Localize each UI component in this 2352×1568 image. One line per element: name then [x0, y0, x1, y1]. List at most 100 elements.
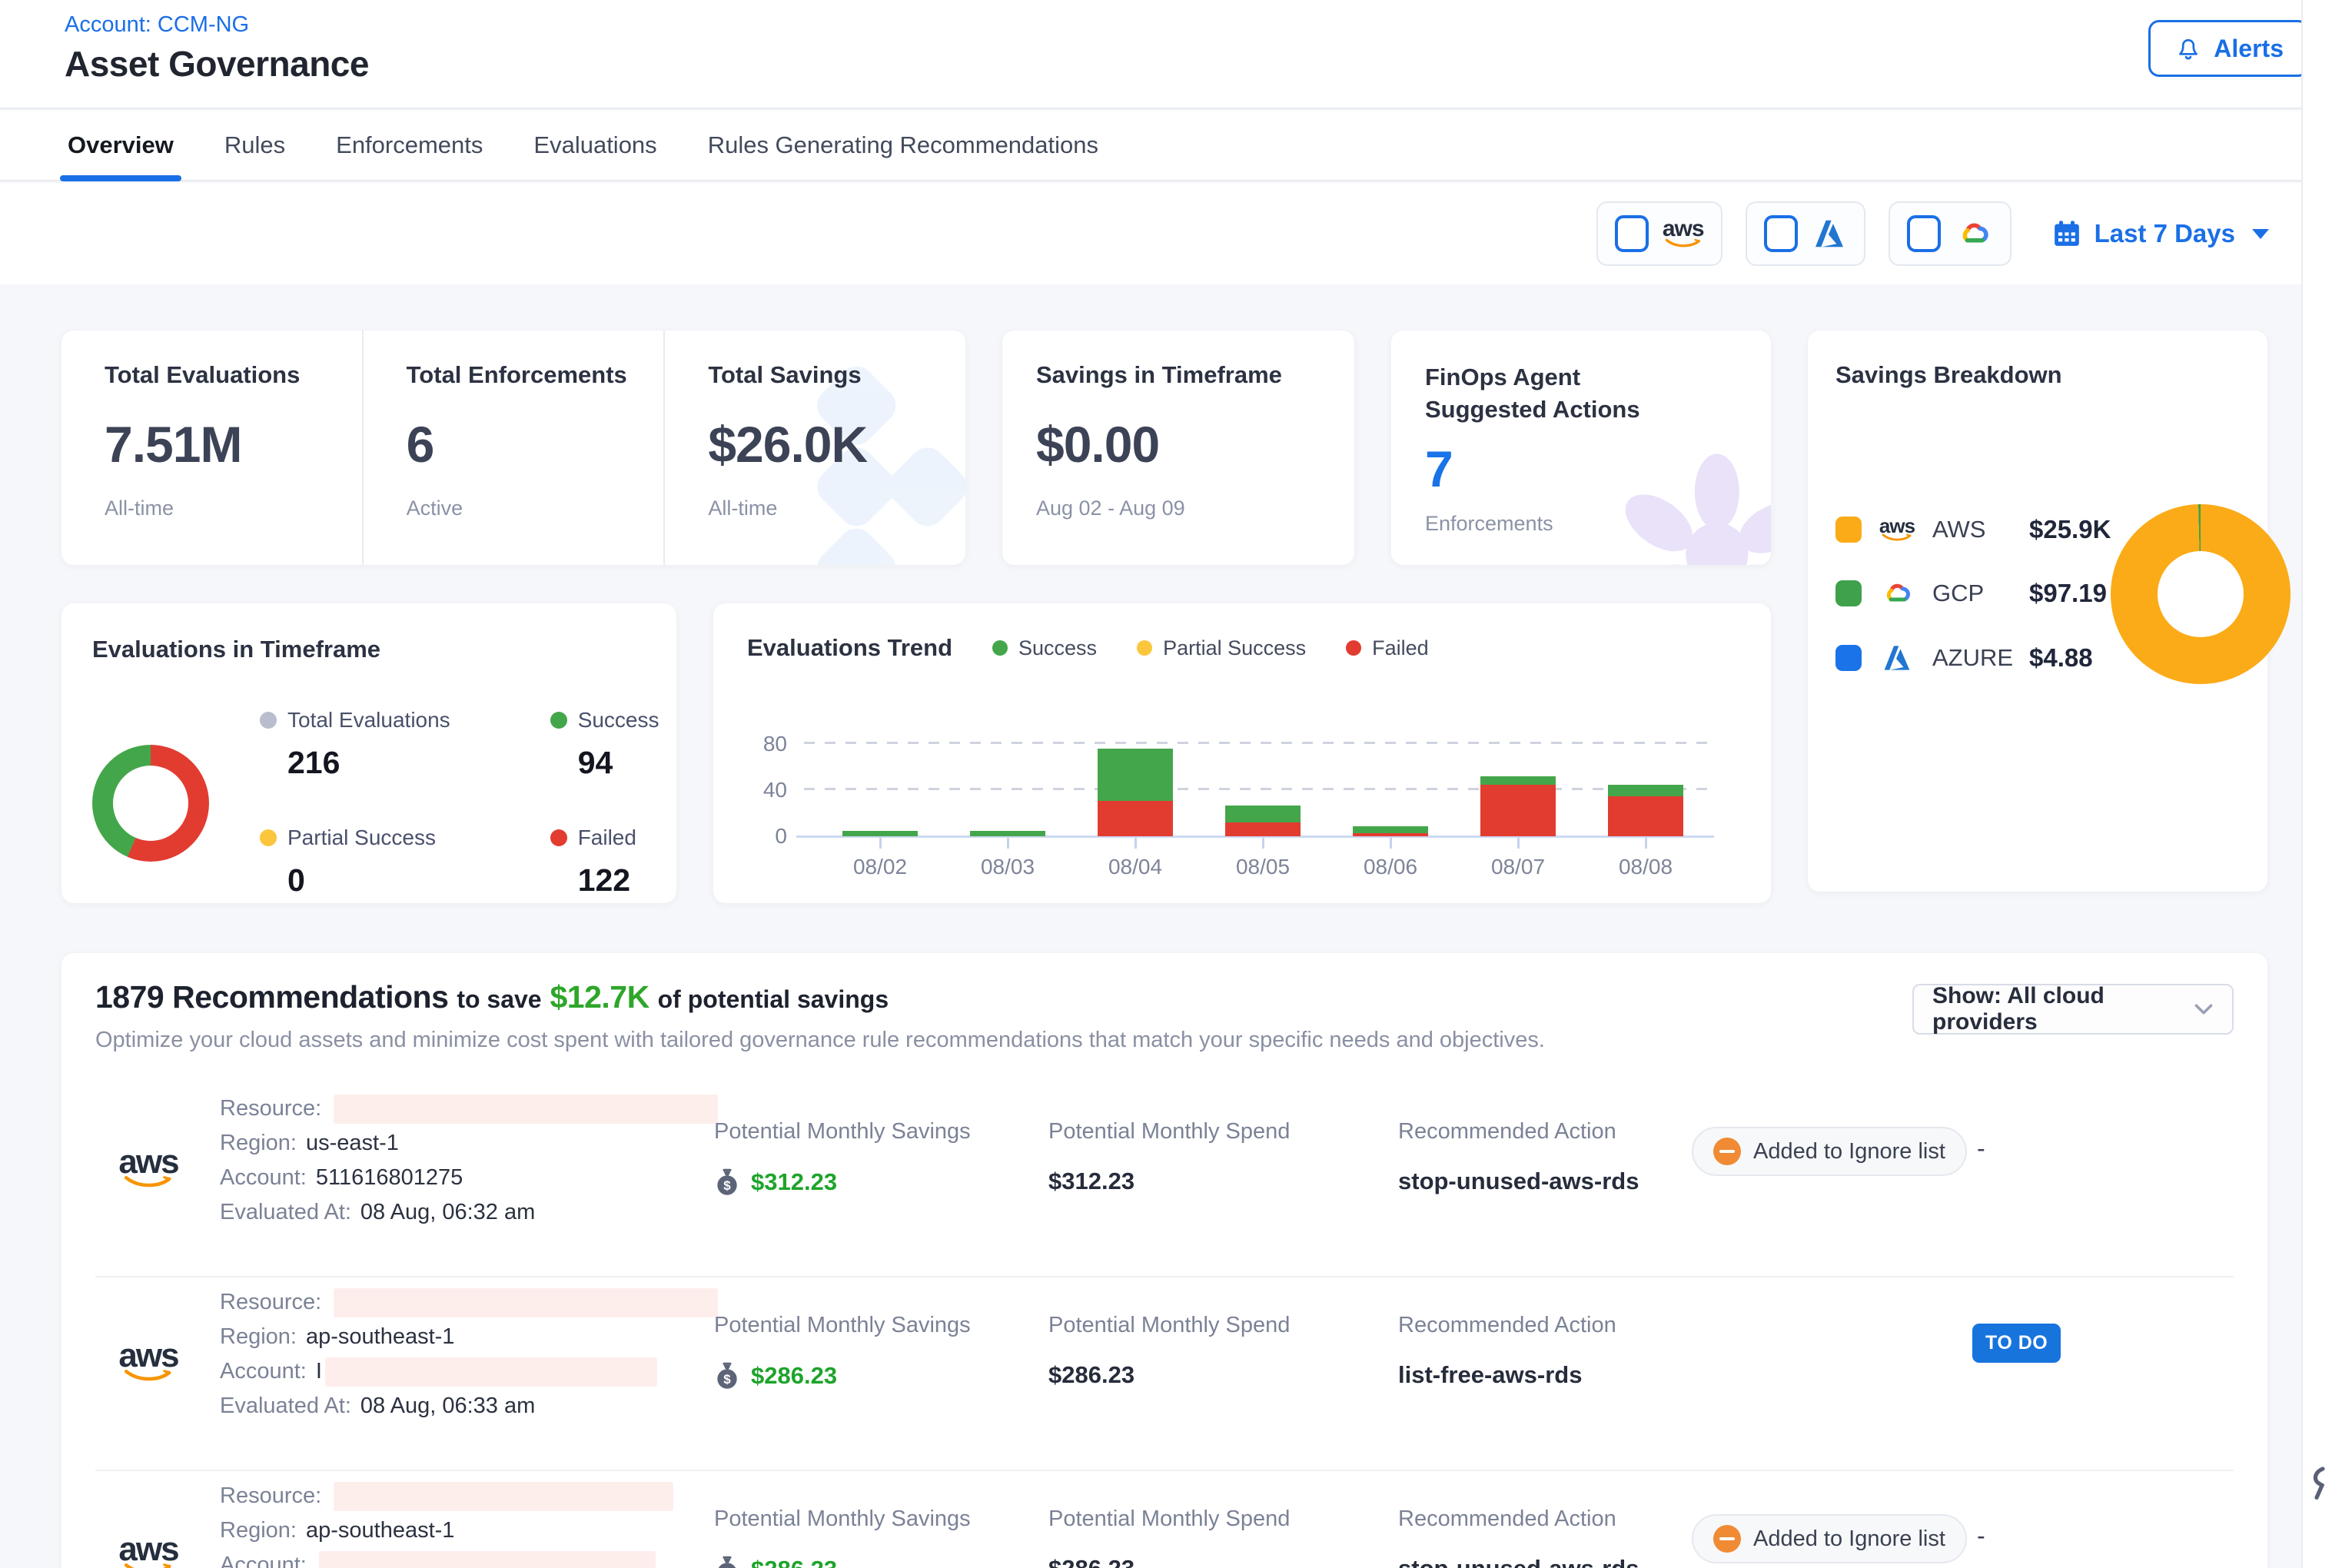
account-label: Account:	[220, 1359, 307, 1384]
spend-value: $286.23	[1048, 1361, 1290, 1389]
aws-checkbox[interactable]	[1615, 215, 1649, 252]
evaluations-trend-title: Evaluations Trend	[747, 634, 952, 662]
aws-icon: aws	[117, 1342, 180, 1381]
trend-legend-failed: Failed	[1346, 636, 1429, 660]
redacted-resource	[334, 1095, 718, 1124]
status-dash: -	[1977, 1134, 1985, 1163]
bar-08/03[interactable]	[944, 733, 1071, 836]
trend-y-axis: 80 40 0	[747, 733, 804, 836]
bar-segment-success	[1225, 806, 1301, 823]
potential-monthly-spend: Potential Monthly Spend $286.23	[1048, 1507, 1290, 1568]
action-label: Recommended Action	[1398, 1119, 1639, 1144]
bar-08/02[interactable]	[816, 733, 944, 836]
provider-filter-azure[interactable]	[1746, 201, 1865, 266]
region-value: ap-southeast-1	[306, 1518, 454, 1543]
stat-total-evaluations: Total Evaluations 7.51M All-time	[61, 331, 362, 565]
bar-segment-success	[1353, 826, 1428, 833]
status-text: Added to Ignore list	[1753, 1139, 1945, 1164]
tab-overview[interactable]: Overview	[65, 111, 177, 180]
bar-08/05[interactable]	[1199, 733, 1327, 836]
tab-rules[interactable]: Rules	[221, 111, 288, 180]
stat-value: $26.0K	[708, 415, 965, 473]
potential-monthly-spend: Potential Monthly Spend $312.23	[1048, 1119, 1290, 1195]
date-range-picker[interactable]: Last 7 Days	[2051, 218, 2269, 249]
region-label: Region:	[220, 1131, 297, 1156]
recommendation-row[interactable]: aws Resource: Region:us-east-1 Account:5…	[95, 1084, 2234, 1277]
resource-details: Resource: Region:ap-southeast-1 Account:…	[220, 1285, 718, 1423]
action-value: list-free-aws-rds	[1398, 1361, 1616, 1389]
gcp-checkbox[interactable]	[1907, 215, 1941, 252]
bar-08/07[interactable]	[1454, 733, 1582, 836]
spend-value: $286.23	[1048, 1555, 1290, 1568]
trend-legend-success: Success	[992, 636, 1097, 660]
legend-value: $97.19	[2029, 579, 2107, 608]
tab-rules-generating-recommendations[interactable]: Rules Generating Recommendations	[705, 111, 1101, 180]
bar-08/06[interactable]	[1327, 733, 1454, 836]
aws-icon: aws	[117, 1536, 180, 1568]
bar-08/08[interactable]	[1582, 733, 1709, 836]
bar-segment-failed	[1353, 833, 1428, 837]
bar-segment-failed	[1480, 785, 1556, 837]
evaluations-in-timeframe-card: Evaluations in Timeframe Total Evaluatio…	[61, 603, 676, 903]
dropdown-label: Show: All cloud providers	[1932, 983, 2194, 1035]
evaluated-at-value: 08 Aug, 06:33 am	[360, 1394, 535, 1419]
legend-label: Partial Success	[287, 826, 436, 850]
evaluations-donut-chart[interactable]	[92, 745, 209, 862]
savings-breakdown-title: Savings Breakdown	[1835, 361, 2240, 389]
recommended-action: Recommended Action list-free-aws-rds	[1398, 1313, 1616, 1389]
tab-bar: Overview Rules Enforcements Evaluations …	[0, 111, 2352, 181]
green-dot-icon	[992, 640, 1008, 656]
savings-breakdown-donut-chart[interactable]	[2111, 504, 2291, 684]
stat-caption: All-time	[105, 497, 362, 520]
savings-label: Potential Monthly Savings	[714, 1507, 971, 1532]
partial-help-glyph	[2307, 1467, 2326, 1500]
scrollbar-gutter[interactable]	[2301, 0, 2352, 1568]
recommendation-row[interactable]: aws Resource: Region:ap-southeast-1 Acco…	[95, 1277, 2234, 1471]
bar-08/04[interactable]	[1071, 733, 1199, 836]
region-label: Region:	[220, 1324, 297, 1350]
recommendations-count: 1879 Recommendations	[95, 979, 448, 1015]
status-pill[interactable]: Added to Ignore list	[1692, 1514, 1967, 1563]
stat-caption: All-time	[708, 497, 965, 520]
action-value: stop-unused-aws-rds	[1398, 1168, 1639, 1195]
trend-bars	[816, 733, 1709, 836]
status-pill[interactable]: Added to Ignore list	[1692, 1127, 1967, 1176]
resource-label: Resource:	[220, 1096, 321, 1121]
alerts-button-label: Alerts	[2214, 35, 2284, 63]
bar-segment-failed	[1608, 796, 1683, 837]
headline-mid: to save	[457, 985, 541, 1013]
recommendation-row[interactable]: aws Resource: Region:ap-southeast-1 Acco…	[95, 1471, 2234, 1568]
action-value: stop-unused-aws-rds	[1398, 1555, 1639, 1568]
todo-badge: TO DO	[1972, 1324, 2061, 1363]
stat-value: 7.51M	[105, 415, 362, 473]
azure-checkbox[interactable]	[1764, 215, 1798, 252]
account-label: Account:	[220, 1553, 307, 1568]
aws-icon: aws	[117, 1148, 180, 1188]
aws-icon: aws	[1663, 220, 1704, 247]
evaluated-at-label: Evaluated At:	[220, 1394, 351, 1419]
cloud-provider-filter-dropdown[interactable]: Show: All cloud providers	[1912, 984, 2234, 1035]
stat-caption: Enforcements	[1425, 512, 1683, 536]
azure-icon	[1877, 643, 1917, 673]
legend-partial-success: Partial Success 0	[260, 826, 450, 899]
y-tick-40: 40	[763, 778, 787, 802]
green-dot-icon	[550, 712, 567, 729]
legend-label: AZURE	[1932, 644, 2014, 672]
tab-evaluations[interactable]: Evaluations	[530, 111, 659, 180]
tab-enforcements[interactable]: Enforcements	[333, 111, 486, 180]
account-link[interactable]: Account: CCM-NG	[65, 12, 249, 38]
caret-down-icon	[2252, 229, 2269, 239]
trend-plot[interactable]	[804, 733, 1737, 836]
alerts-button[interactable]: Alerts	[2148, 20, 2309, 77]
evaluated-at-label: Evaluated At:	[220, 1200, 351, 1225]
provider-filter-aws[interactable]: aws	[1596, 201, 1722, 266]
legend-value: $4.88	[2029, 643, 2093, 673]
status-dash: -	[1977, 1522, 1985, 1550]
calendar-icon	[2051, 218, 2082, 249]
recommendations-panel: 1879 Recommendations to save $12.7K of p…	[61, 953, 2267, 1568]
x-label-08/08: 08/08	[1582, 836, 1709, 879]
potential-monthly-savings: Potential Monthly Savings $ $286.23	[714, 1507, 971, 1568]
y-tick-0: 0	[775, 824, 787, 849]
provider-filter-gcp[interactable]	[1889, 201, 2011, 266]
filter-bar: aws	[0, 183, 2352, 284]
